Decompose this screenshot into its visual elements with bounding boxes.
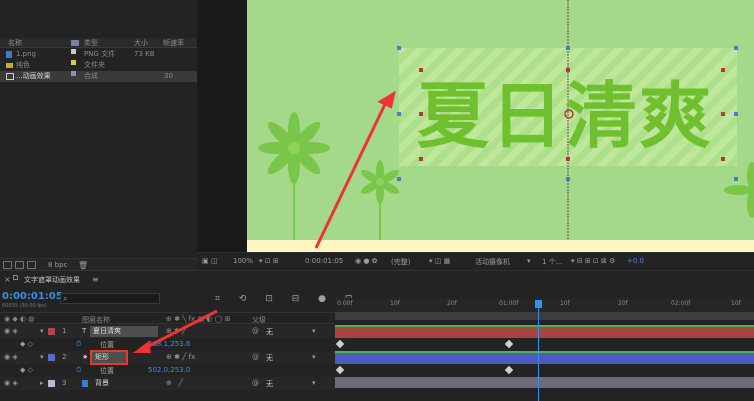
project-item-2[interactable]: 纯色 文件夹	[0, 60, 197, 71]
footage-layer-icon	[82, 380, 88, 387]
pickwhip-icon[interactable]: @	[252, 327, 259, 335]
col-name[interactable]: 名称	[8, 38, 22, 48]
layer-2-track[interactable]	[335, 353, 754, 364]
playhead-handle[interactable]	[535, 300, 542, 308]
camera-select[interactable]: 活动摄像机	[475, 257, 510, 267]
image-file-icon	[6, 51, 12, 58]
label-swatch[interactable]	[71, 49, 76, 54]
keyframe[interactable]	[335, 365, 345, 375]
position-value[interactable]: 502.0,253.0	[148, 366, 190, 374]
snapshot-options-icon[interactable]: ▣ ◫	[202, 257, 217, 265]
bpc-label[interactable]: 8 bpc	[48, 261, 67, 269]
annotation-arrow-bottom	[133, 309, 218, 353]
layer-2-property[interactable]: ◆ ◇ ⏱ 位置 502.0,253.0	[0, 364, 335, 377]
parent-select[interactable]: 无	[266, 327, 273, 337]
keyframe[interactable]	[504, 365, 514, 375]
annotation-arrow-top	[314, 90, 396, 249]
stopwatch-icon[interactable]: ⏱	[76, 340, 81, 349]
col-layer-name[interactable]: 图层名称	[82, 315, 110, 325]
resolution-select[interactable]: (完整)	[391, 257, 410, 267]
new-composition-icon[interactable]	[27, 261, 36, 269]
work-area-bar[interactable]	[335, 312, 754, 320]
viewer-toolbar: ▣ ◫ 100% ▾ ⊡ ⊞ 0:00:01:05 ◉ ● ✿ (完整) ▾ ◫…	[197, 252, 754, 270]
region-icon[interactable]: ▾ ◫ ▦	[429, 257, 450, 265]
zoom-select[interactable]: 100%	[233, 257, 253, 265]
playhead[interactable]	[538, 300, 539, 401]
col-parent[interactable]: 父级	[252, 315, 266, 325]
close-icon[interactable]: ×	[4, 275, 11, 284]
headline-text-layer[interactable]: 夏日清爽	[417, 66, 727, 166]
project-item-1[interactable]: 1.png PNG 文件 73 KB	[0, 49, 197, 60]
timeline-tab-bar: × 文字遮罩动画效果 ≡	[0, 270, 754, 286]
keyframe[interactable]	[335, 339, 345, 349]
timecode-frames: 00035 (30.00 fps)	[2, 303, 47, 309]
col-fps[interactable]: 帧速率	[163, 38, 184, 48]
folder-icon	[6, 63, 13, 68]
layer-3-track[interactable]	[335, 377, 754, 388]
keyframe[interactable]	[504, 339, 514, 349]
viewer-timecode[interactable]: 0:00:01:05	[305, 257, 343, 265]
timeline-timecode[interactable]: 0:00:01:05	[2, 291, 63, 302]
layer-1-track[interactable]	[335, 327, 754, 338]
layer-name-field[interactable]: 背景	[92, 378, 132, 389]
layer-name-field[interactable]: 矩形	[90, 350, 128, 365]
camera-dropdown-icon[interactable]: ▾	[527, 257, 531, 265]
zoom-dropdown-icon[interactable]: ▾ ⊡ ⊞	[259, 257, 279, 265]
timeline-panel: × 文字遮罩动画效果 ≡ 0:00:01:05 00035 (30.00 fps…	[0, 270, 754, 401]
project-panel: 名称 类型 大小 帧速率 1.png PNG 文件 73 KB 纯色 文件夹 .…	[0, 0, 197, 270]
composition-icon	[13, 275, 18, 280]
search-icon: ⌕	[63, 294, 68, 303]
label-swatch[interactable]	[71, 71, 76, 76]
search-input[interactable]: ⌕	[60, 293, 160, 304]
label-color-swatch[interactable]	[48, 380, 55, 387]
composition-icon	[6, 73, 14, 80]
tab-menu-icon[interactable]: ≡	[92, 275, 99, 284]
layer-row-3[interactable]: ◉ ◈ ▸ 3 背景 ⊕ ╱ @ 无 ▾	[0, 377, 335, 390]
timeline-tab[interactable]: 文字遮罩动画效果	[24, 275, 80, 285]
text-layer-icon: T	[82, 327, 87, 335]
parent-select[interactable]: 无	[266, 379, 273, 389]
project-item-3[interactable]: ...动画效果 合成 30	[0, 71, 197, 82]
trash-icon[interactable]: 🗑	[78, 261, 88, 270]
interpret-footage-icon[interactable]	[3, 261, 12, 269]
label-color-swatch[interactable]	[48, 328, 55, 335]
shape-layer-icon: ★	[82, 353, 89, 361]
pickwhip-icon[interactable]: @	[252, 353, 259, 361]
pickwhip-icon[interactable]: @	[252, 379, 259, 387]
parent-select[interactable]: 无	[266, 353, 273, 363]
time-ruler[interactable]: 0:00f 10f 20f 01:00f 10f 20f 02:00f 10f	[335, 298, 754, 312]
camera-snapshot-icon[interactable]: ◉ ● ✿	[355, 257, 378, 265]
new-folder-icon[interactable]	[15, 261, 24, 269]
views-select[interactable]: 1 个...	[542, 257, 562, 267]
project-footer: 8 bpc 🗑	[0, 258, 197, 270]
view-options-icon[interactable]: ▾ ⊟ ⊞ ⊡ ⊠ ⚙	[571, 257, 615, 265]
col-type[interactable]: 类型	[84, 38, 98, 48]
label-swatch[interactable]	[71, 60, 76, 65]
label-color-swatch[interactable]	[48, 354, 55, 361]
exposure-value[interactable]: +0.0	[627, 257, 644, 265]
col-size[interactable]: 大小	[134, 38, 148, 48]
project-columns-header: 名称 类型 大小 帧速率	[0, 38, 197, 48]
stopwatch-icon[interactable]: ⏱	[76, 366, 81, 375]
